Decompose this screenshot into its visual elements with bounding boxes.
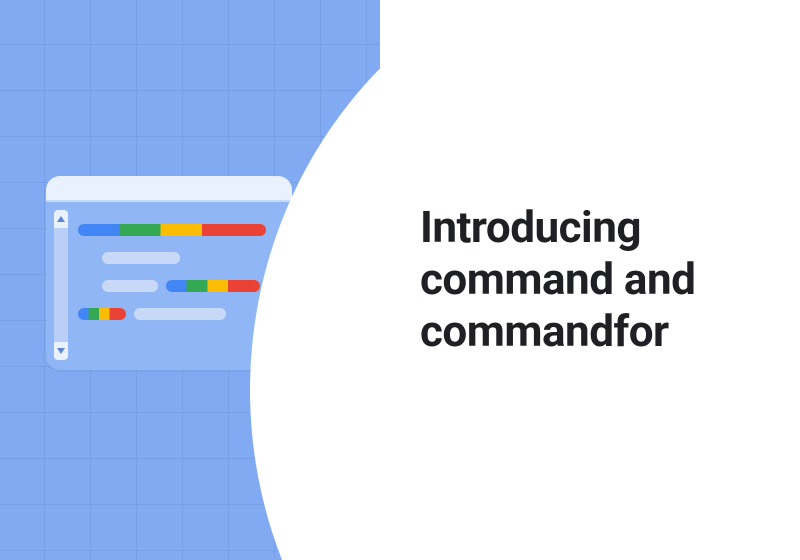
hero-headline: Introducing command and commandfor	[380, 202, 715, 358]
scroll-up-icon	[54, 210, 68, 228]
code-token	[102, 280, 158, 292]
hero-right-panel: Introducing command and commandfor	[380, 0, 800, 560]
code-token-rainbow	[166, 280, 260, 292]
code-line	[78, 300, 280, 328]
curve-divider	[250, 0, 380, 560]
code-token-rainbow	[78, 308, 126, 320]
headline-line-3: commandfor	[420, 305, 669, 357]
code-line	[78, 272, 280, 300]
scroll-down-icon	[54, 342, 68, 360]
code-line	[78, 216, 280, 244]
code-line	[78, 244, 280, 272]
headline-line-2: command and	[420, 253, 695, 305]
headline-line-1: Introducing	[420, 201, 641, 253]
scrollbar	[54, 210, 68, 360]
code-token	[102, 252, 180, 264]
editor-titlebar	[46, 176, 292, 202]
code-token	[134, 308, 226, 320]
code-lines	[78, 216, 280, 358]
code-token-rainbow	[78, 224, 266, 236]
hero-left-panel	[0, 0, 380, 560]
